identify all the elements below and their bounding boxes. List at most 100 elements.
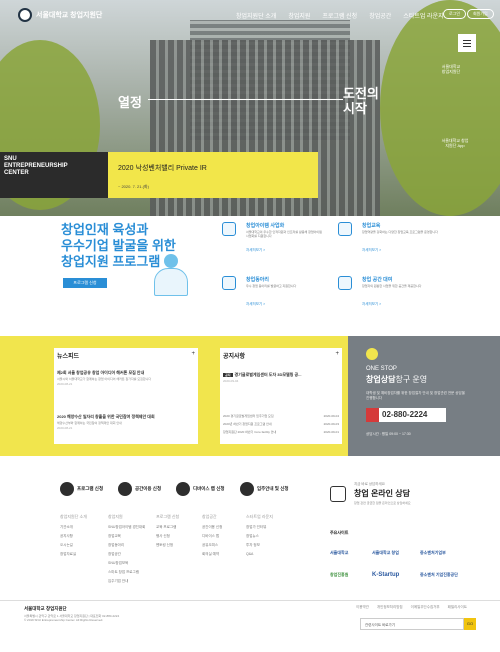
notice-top-date: 2020-09-04	[223, 379, 239, 383]
footer-link[interactable]: 패밀리사이트	[448, 605, 467, 610]
service-title: 창업동아리	[246, 277, 270, 283]
snu-seal-icon	[18, 8, 32, 22]
education-icon	[338, 222, 352, 236]
device-icon	[176, 482, 190, 496]
space-icon	[118, 482, 132, 496]
footer-link[interactable]: 이용약관	[356, 605, 369, 610]
news-item[interactable]: 2020 해양수산 일자리 창출을 위한 국민참여 정책제안 대회 해양수산부와…	[57, 414, 195, 430]
service-title: 창업교육	[362, 223, 381, 229]
app-download-link[interactable]: 서울대학교 창업지원단 App	[440, 138, 470, 178]
notice-row[interactable]: 2020 경기글로벌게임센터 입주기업 모집 2020-09-04	[223, 414, 339, 418]
news-date: 2020-08-21	[57, 426, 73, 430]
site-logo[interactable]: 서울대학교 창업지원단	[18, 8, 102, 22]
notice-box: 공지사항 + 공지 경기글로벌게임센터 도자 3D모델링 공... 2020-09…	[220, 348, 342, 444]
program-date: ~ 2020. 7. 21.(화)	[118, 184, 149, 189]
go-button[interactable]: GO	[464, 618, 476, 630]
partner-logo-kosmes[interactable]: 중소벤처 기업진흥공단	[420, 570, 458, 580]
service-more-link[interactable]: 자세히보기 >	[362, 302, 381, 307]
nav-item-lounge[interactable]: 스타트업 라운지	[403, 11, 443, 20]
service-desc: 창업자의 원활한 사업을 위한 공간을 제공합니다	[362, 284, 422, 288]
nav-item-program[interactable]: 프로그램 신청	[322, 11, 357, 20]
partner-logo-kstartup[interactable]: K-Startup	[372, 570, 399, 580]
service-desc: 서울대학교의 우수한 인적자원과 인프라를 활용해 창업아이템 사업화를 지원합…	[246, 230, 322, 238]
service-education[interactable]: 창업교육 창업역량을 강화하는 다양한 창업교육 프로그램을 운영합니다 자세히…	[338, 222, 438, 262]
phone-icon	[366, 408, 379, 422]
sitemap-col-lounge: 스타트업 라운지 창업가 인터뷰 창업뉴스 투자 정보 Q&A	[246, 514, 273, 556]
news-item[interactable]: 제2회 서울 창업공유 창업 아이디어 해커톤 모집 안내 서울시와 서울대학교…	[57, 370, 195, 386]
partner-logo-snu[interactable]: 서울대학교	[330, 548, 348, 558]
partner-logo-snu-startup[interactable]: 서울대학교 창업	[372, 548, 399, 558]
ent-badge: SNU ENTREPRENEURSHIP CENTER	[0, 152, 108, 198]
newsfeed-heading: 뉴스피드	[57, 354, 80, 360]
service-desc: 우수 창업 동아리를 발굴하고 지원합니다	[246, 284, 297, 288]
onestop-desc: 대학생 및 예비창업자를 위한 창업절차 안내 및 창업관련 전문 상담을 진행…	[366, 391, 465, 400]
notice-row[interactable]: 2020년 하반기 창업지원 프로그램 안내 2020-09-03	[223, 422, 339, 426]
partner-logo-mss[interactable]: 중소벤처기업부	[420, 548, 446, 558]
partner-logo-kised[interactable]: 창업진흥원	[330, 570, 348, 580]
phone-number[interactable]: 02-880-2224	[366, 408, 446, 422]
menu-icon[interactable]	[458, 34, 476, 52]
service-commercialization[interactable]: 창업아이템 사업화 서울대학교의 우수한 인적자원과 인프라를 활용해 창업아이…	[222, 222, 322, 262]
intro-line1: 인재 육성과	[84, 222, 149, 237]
online-consult-banner[interactable]: 지금 바로 상담하세요 창업 온라인 상담 창업 관련 궁금한 점을 온라인으로…	[330, 482, 480, 512]
service-space[interactable]: 창업 공간 대여 창업자의 원활한 사업을 위한 공간을 제공합니다 자세히보기…	[338, 276, 438, 316]
news-title: 제2회 서울 창업공유 창업 아이디어 해커톤 모집 안내	[57, 370, 145, 375]
notice-more-button[interactable]: +	[335, 351, 339, 357]
nav-item-about[interactable]: 창업지원단 소개	[236, 11, 276, 20]
top-navigation: 서울대학교 창업지원단 창업지원단 소개 창업지원 프로그램 신청 창업공간 스…	[0, 0, 500, 28]
quick-move-in[interactable]: 입주안내 및 신청	[240, 482, 288, 496]
news-desc: 해양수산부와 함께하는 국민참여 정책제안 대회 안내	[57, 421, 122, 425]
service-more-link[interactable]: 자세히보기 >	[246, 248, 265, 253]
partners-heading: 주요사이트	[330, 530, 349, 535]
nav-item-space[interactable]: 창업공간	[369, 11, 391, 20]
notice-row[interactable]: 창업지원단 2020 하반기 Core facility 안내 2020-09-0…	[223, 430, 339, 434]
footer-link[interactable]: 개인정보처리방침	[377, 605, 403, 610]
footer-copyright: © 2019 SNU Entrepreneurship Center. All …	[24, 618, 104, 622]
footer-links: 이용약관 개인정보처리방침 이메일무단수집거부 패밀리사이트	[356, 605, 467, 610]
program-title: 2020 낙성벤처밸리 Private IR	[118, 165, 207, 172]
service-more-link[interactable]: 자세히보기 >	[362, 248, 381, 253]
consult-hours: 상담시간 : 평일 09:00 ~ 17:30	[366, 432, 411, 436]
signup-button[interactable]: 회원가입	[467, 9, 494, 19]
hero-left-text: 열정	[118, 95, 142, 110]
person-illustration	[148, 254, 192, 298]
login-button[interactable]: 로그인	[443, 9, 467, 19]
onestop-label: ONE STOP	[366, 366, 397, 372]
footer-link[interactable]: 이메일무단수집거부	[411, 605, 440, 610]
chat-icon	[330, 486, 346, 502]
nav-item-support[interactable]: 창업지원	[288, 11, 310, 20]
notice-top-item[interactable]: 공지 경기글로벌게임센터 도자 3D모델링 공... 2020-09-04	[223, 372, 341, 383]
footer-info: 서울특별시 관악구 관악로 1 서울대학교 창업지원단 | 대표전화 02-88…	[24, 614, 324, 622]
notice-heading: 공지사항	[223, 354, 246, 360]
document-icon	[222, 222, 236, 236]
news-date: 2020-08-21	[57, 382, 73, 386]
building-icon	[338, 276, 352, 290]
intro-line2: 우수기업 발굴을 위한	[61, 238, 176, 253]
related-sites-select[interactable]: 관련사이트 바로가기	[360, 618, 464, 630]
program-apply-button[interactable]: 프로그램 신청	[63, 278, 107, 288]
newsfeed-more-button[interactable]: +	[191, 351, 195, 357]
quick-program[interactable]: 프로그램 신청	[60, 482, 103, 496]
hero-program-card[interactable]: SNU ENTREPRENEURSHIP CENTER 2020 낙성벤처밸리 …	[0, 152, 318, 198]
move-in-icon	[240, 482, 254, 496]
service-more-link[interactable]: 자세히보기 >	[246, 302, 265, 307]
main-nav: 창업지원단 소개 창업지원 프로그램 신청 창업공간 스타트업 라운지	[236, 11, 444, 20]
service-club[interactable]: 창업동아리 우수 창업 동아리를 발굴하고 지원합니다 자세히보기 >	[222, 276, 322, 316]
newsfeed-box: 뉴스피드 + 제2회 서울 창업공유 창업 아이디어 해커톤 모집 안내 서울시…	[54, 348, 198, 444]
news-title: 2020 해양수산 일자리 창출을 위한 국민참여 정책제안 대회	[57, 414, 155, 419]
hero-divider	[148, 99, 343, 100]
news-desc: 서울시와 서울대학교가 함께하는 창업 아이디어 해커톤 참가자를 모집합니다	[57, 377, 152, 381]
logo-text: 서울대학교 창업지원단	[36, 12, 103, 19]
ent-text: SNU ENTREPRENEURSHIP CENTER	[4, 156, 68, 176]
microphone-icon	[366, 348, 378, 360]
notice-badge: 공지	[223, 373, 233, 377]
footer-org: 서울대학교 창업지원단	[24, 606, 67, 611]
quick-space[interactable]: 공간이용 신청	[118, 482, 161, 496]
program-icon	[60, 482, 74, 496]
quick-device[interactable]: 디바이스 랩 신청	[176, 482, 224, 496]
onestop-consult-panel: ONE STOP 창업상담창구 운영 대학생 및 예비창업자를 위한 창업절차 …	[348, 336, 500, 456]
intro-emphasis: 창업	[61, 222, 85, 237]
service-title: 창업아이템 사업화	[246, 223, 285, 229]
notice-top-title: 경기글로벌게임센터 도자 3D모델링 공...	[234, 372, 302, 377]
club-icon	[222, 276, 236, 290]
